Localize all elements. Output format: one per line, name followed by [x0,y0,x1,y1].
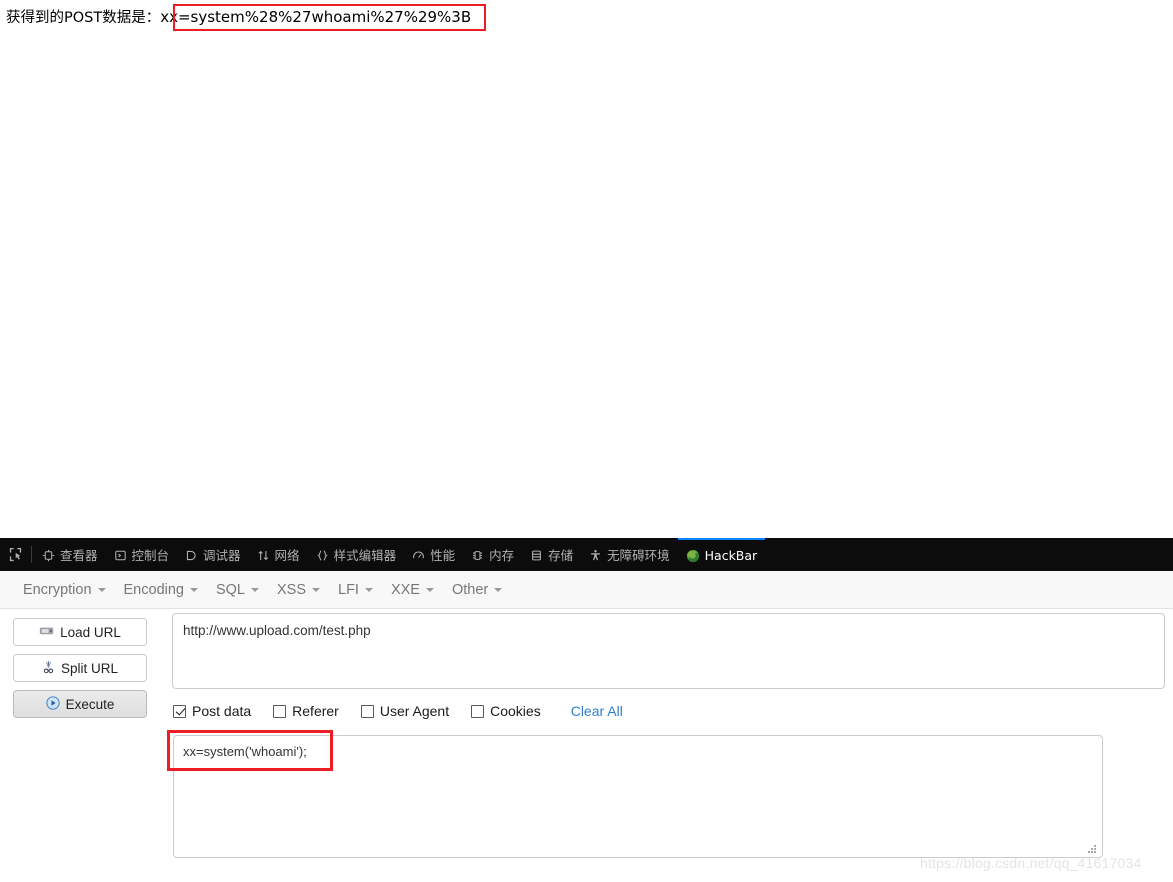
performance-icon [412,549,425,562]
menu-encoding[interactable]: Encoding [115,578,207,602]
option-label: Referer [292,703,339,719]
menu-label: Encryption [23,581,92,598]
devtools-tab-label: 网络 [274,548,300,563]
menu-encryption[interactable]: Encryption [14,578,115,602]
option-post-data[interactable]: Post data [173,703,251,719]
browser-viewport: 获得到的POST数据是：xx=system%28%27whoami%27%29%… [0,0,1173,538]
hackbar-icon [686,549,700,563]
option-referer[interactable]: Referer [273,703,339,719]
post-data-input[interactable] [173,735,1103,858]
devtools-toolbar: 查看器 控制台 调试器 网络 样式编辑器 性能 内存 存储 无障碍环境 Hack… [0,538,1173,571]
storage-icon [530,549,543,562]
button-label: Split URL [60,660,119,676]
menu-sql[interactable]: SQL [207,578,268,602]
chevron-down-icon [494,587,503,592]
network-icon [257,549,270,562]
menu-xxe[interactable]: XXE [382,578,443,602]
debugger-icon [185,549,198,562]
post-result-line: 获得到的POST数据是：xx=system%28%27whoami%27%29%… [6,7,471,28]
hackbar-menubar: Encryption Encoding SQL XSS LFI XXE Othe… [0,571,1173,609]
devtools-tab-storage[interactable]: 存储 [522,538,581,571]
menu-label: Encoding [123,581,184,598]
chevron-down-icon [189,587,198,592]
clear-all-link[interactable]: Clear All [571,703,623,719]
inspector-icon [42,549,55,562]
devtools-tab-label: 调试器 [203,548,241,563]
devtools-tab-hackbar[interactable]: HackBar [677,538,766,571]
chevron-down-icon [364,587,373,592]
devtools-tab-label: 无障碍环境 [607,548,670,563]
chevron-down-icon [251,587,259,592]
toolbar-divider [31,546,32,563]
devtools-tab-label: 性能 [430,548,456,563]
execute-button[interactable]: Execute [13,690,147,718]
devtools-tab-debugger[interactable]: 调试器 [177,538,249,571]
devtools-tab-console[interactable]: 控制台 [106,538,178,571]
chevron-down-icon [312,587,321,592]
element-picker-button[interactable] [0,538,30,571]
devtools-tab-label: 查看器 [60,548,98,563]
menu-other[interactable]: Other [443,578,511,602]
menu-label: XXE [390,581,420,598]
devtools-tab-network[interactable]: 网络 [249,538,308,571]
option-label: Post data [192,703,252,719]
hackbar-action-buttons: Load URL Split URL Execute [13,618,147,726]
memory-icon [471,549,484,562]
checkbox-cookies[interactable] [471,704,485,718]
devtools-tab-performance[interactable]: 性能 [404,538,463,571]
button-label: Execute [65,696,115,712]
checkbox-referer[interactable] [273,704,287,718]
url-input[interactable] [172,613,1165,689]
devtools-tab-label: 样式编辑器 [333,548,397,563]
checkbox-user-agent[interactable] [360,704,374,718]
split-url-button[interactable]: Split URL [13,654,147,682]
devtools-tab-memory[interactable]: 内存 [463,538,522,571]
watermark: https://blog.csdn.net/qq_41617034 [920,855,1142,871]
devtools-tab-label: 控制台 [131,548,170,563]
chevron-down-icon [97,587,106,592]
checkbox-post-data[interactable] [173,704,186,718]
hackbar-panel: Load URL Split URL Execute http://www.up… [0,609,1173,882]
option-label: User Agent [379,703,450,719]
menu-label: Other [451,581,489,598]
chevron-down-icon [425,587,434,592]
devtools-tab-style-editor[interactable]: 样式编辑器 [308,538,405,571]
screenshot-root: 获得到的POST数据是：xx=system%28%27whoami%27%29%… [0,0,1173,882]
devtools-tab-label: 存储 [548,548,574,563]
devtools-tab-label: HackBar [704,548,758,563]
option-label: Cookies [490,703,541,719]
post-result-value: xx=system%28%27whoami%27%29%3B [160,8,472,26]
button-label: Load URL [60,624,121,640]
option-user-agent[interactable]: User Agent [360,703,450,719]
request-options-row: Post data Referer User Agent Cookies Cle… [173,703,623,719]
load-url-button[interactable]: Load URL [13,618,147,646]
menu-label: LFI [338,581,359,598]
load-url-icon [39,624,54,640]
menu-xss[interactable]: XSS [268,578,329,602]
devtools-tab-accessibility[interactable]: 无障碍环境 [581,538,678,571]
menu-lfi[interactable]: LFI [329,578,382,602]
devtools-tab-inspector[interactable]: 查看器 [34,538,106,571]
style-editor-icon [316,549,329,562]
scissors-icon [42,660,55,677]
menu-label: SQL [215,581,245,598]
accessibility-icon [589,549,602,562]
menu-label: XSS [277,581,307,598]
post-result-label: 获得到的POST数据是： [6,10,161,26]
play-icon [45,695,60,713]
devtools-tab-label: 内存 [489,548,515,563]
console-icon [114,549,127,562]
option-cookies[interactable]: Cookies [471,703,541,719]
